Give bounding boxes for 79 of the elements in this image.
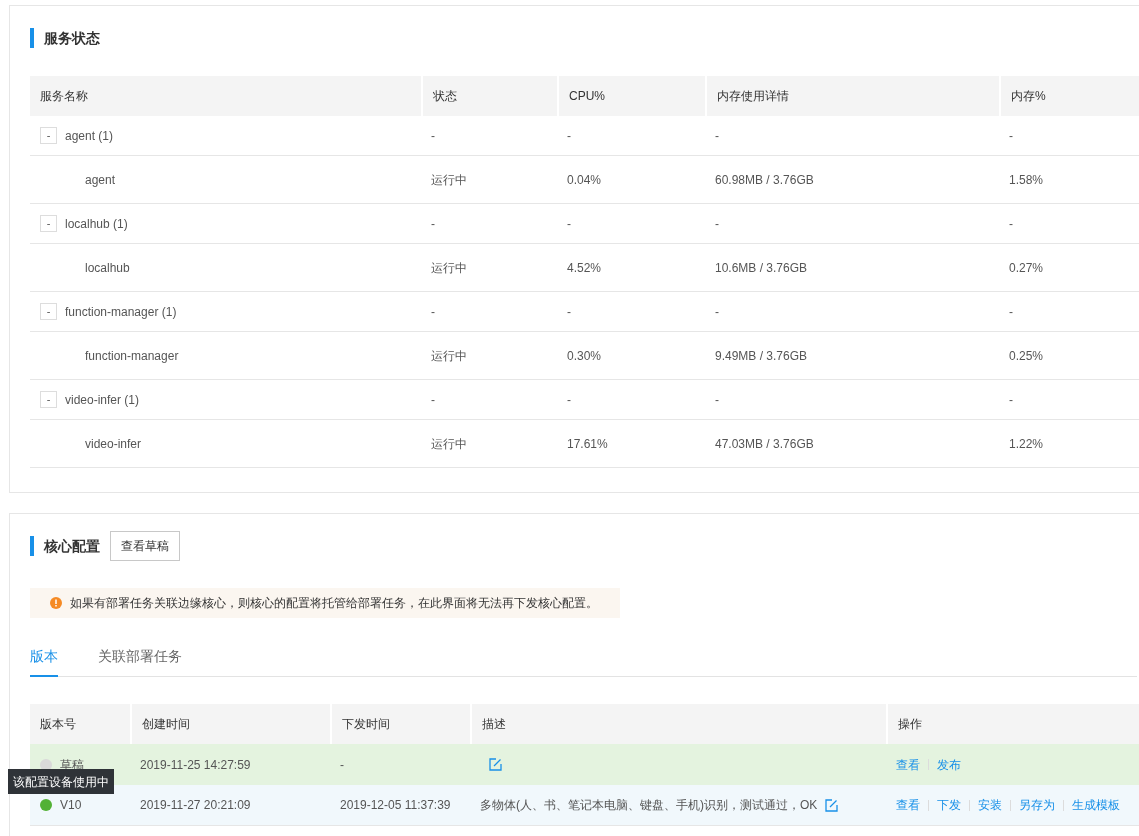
table-cell-text: 0.30%	[567, 347, 602, 365]
table-cell-text: 1.22%	[1009, 435, 1044, 453]
action-link[interactable]: 查看	[896, 755, 920, 774]
table-cell-text: -	[431, 391, 435, 409]
collapse-toggle[interactable]: -	[40, 127, 57, 144]
notice-text: 如果有部署任务关联边缘核心，则核心的配置将托管给部署任务，在此界面将无法再下发核心配置。	[70, 595, 598, 612]
table-cell-text: 运行中	[431, 435, 467, 453]
table-cell-text: -	[431, 215, 435, 233]
collapse-toggle[interactable]: -	[40, 391, 57, 408]
service-name: agent	[85, 171, 116, 189]
action-link[interactable]: 生成模板	[1072, 796, 1120, 814]
tooltip: 该配置设备使用中	[8, 769, 114, 794]
edit-icon[interactable]	[489, 758, 502, 771]
table-cell-text: 17.61%	[567, 435, 608, 453]
column-header: 下发时间	[342, 716, 390, 733]
table-cell-text: -	[431, 303, 435, 321]
table-cell-text: 60.98MB / 3.76GB	[715, 171, 814, 189]
table-cell-text: 2019-11-27 20:21:09	[140, 797, 251, 814]
action-link[interactable]: 查看	[896, 796, 920, 814]
column-header: 内存使用详情	[717, 88, 789, 105]
table-cell-text: -	[715, 391, 719, 409]
column-header: 服务名称	[40, 88, 88, 105]
service-group-name: localhub (1)	[65, 215, 128, 233]
table-cell-text: -	[715, 127, 719, 145]
table-cell-text: -	[1009, 303, 1013, 321]
table-cell-text: 9.49MB / 3.76GB	[715, 347, 808, 365]
table-cell-text: -	[567, 215, 571, 233]
action-link[interactable]: 下发	[937, 796, 961, 814]
table-cell-text: 运行中	[431, 347, 467, 365]
table-cell-text: -	[1009, 215, 1013, 233]
table-cell-text: -	[1009, 127, 1013, 145]
table-cell-text: 运行中	[431, 171, 467, 189]
tab[interactable]: 版本	[30, 638, 58, 677]
edit-icon[interactable]	[825, 798, 839, 812]
description-text: 多物体(人、书、笔记本电脑、键盘、手机)识别，测试通过，OK	[480, 797, 818, 814]
table-cell-text: -	[567, 127, 571, 145]
table-cell-text: 4.52%	[567, 259, 602, 277]
action-link[interactable]: 另存为	[1019, 796, 1055, 814]
service-group-name: function-manager (1)	[65, 303, 177, 321]
table-cell-text: -	[431, 127, 435, 145]
column-header: 版本号	[40, 716, 76, 733]
table-cell-text: 2019-12-05 11:37:39	[340, 797, 451, 814]
collapse-toggle[interactable]: -	[40, 303, 57, 320]
view-draft-button[interactable]: 查看草稿	[110, 531, 180, 561]
service-group-name: agent (1)	[65, 127, 114, 145]
title-marker	[30, 536, 34, 556]
table-cell-text: 运行中	[431, 259, 467, 277]
collapse-toggle[interactable]: -	[40, 215, 57, 232]
table-cell-text: -	[1009, 391, 1013, 409]
version-label: V10	[60, 797, 82, 814]
table-cell-text: 2019-11-25 14:27:59	[140, 756, 251, 774]
table-cell-text: 0.25%	[1009, 347, 1044, 365]
column-header: 描述	[482, 716, 506, 733]
tab[interactable]: 关联部署任务	[98, 638, 182, 677]
column-header: 创建时间	[142, 716, 190, 733]
table-cell-text: 1.58%	[1009, 171, 1044, 189]
column-header: 操作	[898, 716, 922, 733]
service-group-name: video-infer (1)	[65, 391, 140, 409]
warning-icon	[50, 597, 62, 609]
table-cell-text: 10.6MB / 3.76GB	[715, 259, 808, 277]
action-link[interactable]: 发布	[937, 755, 961, 774]
service-name: function-manager	[85, 347, 179, 365]
column-header: 内存%	[1011, 88, 1046, 105]
title-marker	[30, 28, 34, 48]
service-name: video-infer	[85, 435, 142, 453]
action-link[interactable]: 安装	[978, 796, 1002, 814]
table-cell-text: 47.03MB / 3.76GB	[715, 435, 814, 453]
section-title: 核心配置	[44, 536, 100, 556]
table-cell-text: -	[715, 303, 719, 321]
column-header: 状态	[433, 88, 457, 105]
column-header: CPU%	[569, 88, 605, 105]
section-title: 服务状态	[44, 28, 100, 48]
table-cell-text: -	[715, 215, 719, 233]
table-cell-text: -	[340, 756, 344, 774]
table-cell-text: -	[567, 303, 571, 321]
table-cell-text: -	[567, 391, 571, 409]
table-cell-text: 0.27%	[1009, 259, 1044, 277]
service-name: localhub	[85, 259, 130, 277]
table-cell-text: 0.04%	[567, 171, 602, 189]
